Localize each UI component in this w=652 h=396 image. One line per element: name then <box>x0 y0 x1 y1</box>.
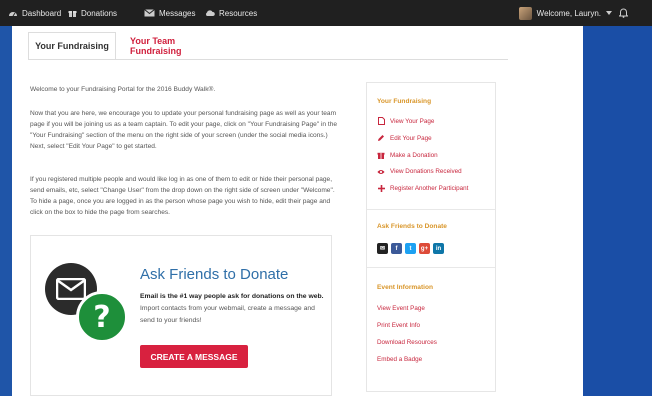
sidebar-link-make-a-donation[interactable]: Make a Donation <box>377 151 438 159</box>
ask-description-bold: Email is the #1 way people ask for donat… <box>140 293 324 300</box>
sidebar-link-register-another-participant[interactable]: Register Another Participant <box>377 185 468 192</box>
avatar <box>518 6 532 20</box>
nav-label: Resources <box>219 8 258 18</box>
sidebar-heading-event-information: Event Information <box>377 284 434 291</box>
dashboard-icon <box>9 12 17 17</box>
gift-icon <box>377 151 385 159</box>
sidebar-divider <box>367 267 495 268</box>
nav-item-donations[interactable]: Donations <box>68 0 117 26</box>
user-menu[interactable]: Welcome, Lauryn. <box>518 0 612 26</box>
nav-item-dashboard[interactable]: Dashboard <box>8 0 61 26</box>
caret-down-icon <box>606 11 612 15</box>
top-navigation-bar: Dashboard Donations Messages Resources W… <box>0 0 652 26</box>
page-right-background <box>583 26 652 396</box>
envelope-icon <box>144 9 155 17</box>
nav-label: Messages <box>159 8 196 18</box>
sidebar-heading-your-fundraising: Your Fundraising <box>377 98 432 105</box>
ask-friends-description: Email is the #1 way people ask for donat… <box>140 291 325 327</box>
cloud-icon <box>205 10 215 16</box>
google-plus-icon[interactable]: g+ <box>419 243 430 254</box>
linkedin-icon[interactable]: in <box>433 243 444 254</box>
pencil-icon <box>377 134 385 142</box>
nav-label: Dashboard <box>22 8 62 18</box>
plus-icon <box>377 185 385 192</box>
create-message-button[interactable]: CREATE A MESSAGE <box>140 345 248 368</box>
sidebar-link-label: Register Another Participant <box>390 185 469 192</box>
sidebar-link-embed-a-badge[interactable]: Embed a Badge <box>377 356 422 363</box>
intro-multiple-users-text: If you registered multiple people and wo… <box>30 176 335 216</box>
ask-description-rest: Import contacts from your webmail, creat… <box>140 305 315 324</box>
twitter-icon[interactable]: t <box>405 243 416 254</box>
bell-icon[interactable] <box>619 7 628 18</box>
sidebar-link-label: Edit Your Page <box>390 134 432 142</box>
nav-item-messages[interactable]: Messages <box>144 0 195 26</box>
sidebar-link-label: Make a Donation <box>390 151 438 159</box>
sidebar-link-label: View Your Page <box>390 117 435 125</box>
facebook-icon[interactable]: f <box>391 243 402 254</box>
welcome-text: Welcome, Lauryn. <box>536 8 601 18</box>
sidebar-link-edit-your-page[interactable]: Edit Your Page <box>377 134 432 142</box>
eye-icon <box>377 169 385 175</box>
tab-your-fundraising[interactable]: Your Fundraising <box>28 32 116 60</box>
sidebar-link-view-donations-received[interactable]: View Donations Received <box>377 168 462 175</box>
ask-friends-card: ? Ask Friends to Donate Email is the #1 … <box>30 235 332 396</box>
ask-friends-title: Ask Friends to Donate <box>140 266 289 283</box>
sidebar-link-label: View Donations Received <box>390 168 462 175</box>
main-content-panel: Your Fundraising Your Team Fundraising W… <box>12 26 583 396</box>
page-icon <box>377 117 385 125</box>
gift-icon <box>68 10 77 17</box>
nav-label: Donations <box>81 8 118 18</box>
page-left-background <box>0 26 12 396</box>
sidebar-link-view-event-page[interactable]: View Event Page <box>377 305 425 312</box>
email-icon[interactable]: ✉ <box>377 243 388 254</box>
sidebar-heading-ask-friends: Ask Friends to Donate <box>377 223 447 230</box>
sidebar-panel: Your Fundraising View Your Page Edit You… <box>366 82 496 392</box>
sidebar-link-download-resources[interactable]: Download Resources <box>377 339 437 346</box>
sidebar-divider <box>367 209 495 210</box>
social-share-icons: ✉ f t g+ in <box>377 243 444 254</box>
sidebar-link-print-event-info[interactable]: Print Event Info <box>377 322 420 329</box>
tab-your-team-fundraising[interactable]: Your Team Fundraising <box>130 32 182 60</box>
intro-welcome-text: Welcome to your Fundraising Portal for t… <box>30 86 216 93</box>
nav-item-resources[interactable]: Resources <box>204 0 257 26</box>
intro-instructions-text: Now that you are here, we encourage you … <box>30 110 338 150</box>
question-mark-icon: ? <box>76 291 128 343</box>
tab-divider <box>28 59 508 60</box>
sidebar-link-view-your-page[interactable]: View Your Page <box>377 117 434 125</box>
